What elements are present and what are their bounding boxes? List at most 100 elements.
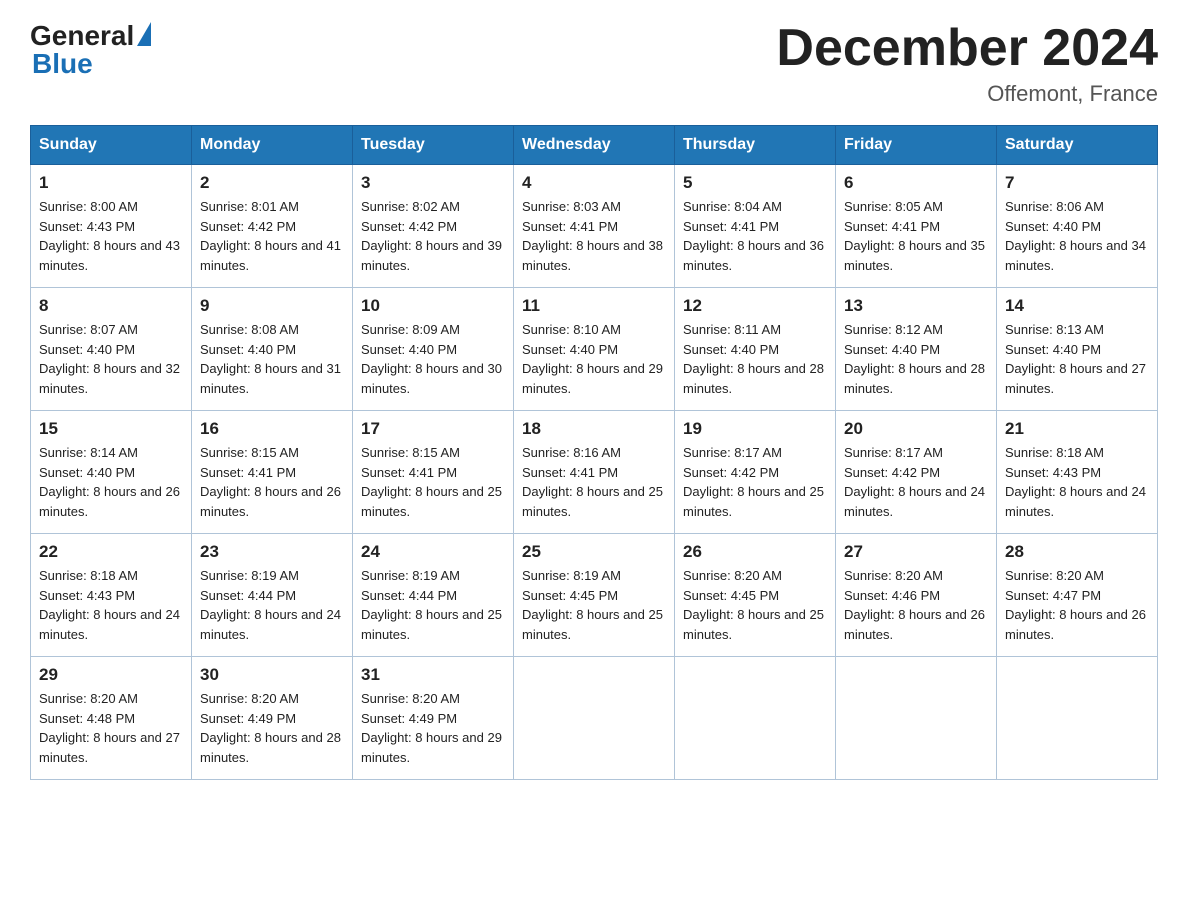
day-info: Sunrise: 8:10 AMSunset: 4:40 PMDaylight:… <box>522 322 663 396</box>
day-number: 17 <box>361 419 505 439</box>
calendar-cell-w4-d7: 28 Sunrise: 8:20 AMSunset: 4:47 PMDaylig… <box>997 534 1158 657</box>
calendar-body: 1 Sunrise: 8:00 AMSunset: 4:43 PMDayligh… <box>31 165 1158 780</box>
day-info: Sunrise: 8:16 AMSunset: 4:41 PMDaylight:… <box>522 445 663 519</box>
day-info: Sunrise: 8:01 AMSunset: 4:42 PMDaylight:… <box>200 199 341 273</box>
calendar-cell-w2-d6: 13 Sunrise: 8:12 AMSunset: 4:40 PMDaylig… <box>836 288 997 411</box>
day-info: Sunrise: 8:05 AMSunset: 4:41 PMDaylight:… <box>844 199 985 273</box>
day-number: 29 <box>39 665 183 685</box>
calendar-cell-w5-d7 <box>997 657 1158 780</box>
calendar-cell-w2-d1: 8 Sunrise: 8:07 AMSunset: 4:40 PMDayligh… <box>31 288 192 411</box>
day-info: Sunrise: 8:15 AMSunset: 4:41 PMDaylight:… <box>200 445 341 519</box>
calendar-cell-w2-d2: 9 Sunrise: 8:08 AMSunset: 4:40 PMDayligh… <box>192 288 353 411</box>
day-number: 25 <box>522 542 666 562</box>
calendar-cell-w4-d4: 25 Sunrise: 8:19 AMSunset: 4:45 PMDaylig… <box>514 534 675 657</box>
calendar-cell-w3-d6: 20 Sunrise: 8:17 AMSunset: 4:42 PMDaylig… <box>836 411 997 534</box>
calendar-cell-w5-d2: 30 Sunrise: 8:20 AMSunset: 4:49 PMDaylig… <box>192 657 353 780</box>
calendar-cell-w5-d5 <box>675 657 836 780</box>
day-number: 15 <box>39 419 183 439</box>
day-number: 2 <box>200 173 344 193</box>
day-info: Sunrise: 8:00 AMSunset: 4:43 PMDaylight:… <box>39 199 180 273</box>
col-header-wednesday: Wednesday <box>514 126 675 165</box>
day-info: Sunrise: 8:19 AMSunset: 4:44 PMDaylight:… <box>200 568 341 642</box>
day-number: 28 <box>1005 542 1149 562</box>
calendar-cell-w1-d2: 2 Sunrise: 8:01 AMSunset: 4:42 PMDayligh… <box>192 165 353 288</box>
day-number: 4 <box>522 173 666 193</box>
day-info: Sunrise: 8:20 AMSunset: 4:48 PMDaylight:… <box>39 691 180 765</box>
day-number: 6 <box>844 173 988 193</box>
day-number: 3 <box>361 173 505 193</box>
day-number: 24 <box>361 542 505 562</box>
calendar-cell-w1-d4: 4 Sunrise: 8:03 AMSunset: 4:41 PMDayligh… <box>514 165 675 288</box>
day-info: Sunrise: 8:20 AMSunset: 4:45 PMDaylight:… <box>683 568 824 642</box>
logo-triangle-icon <box>137 22 151 46</box>
calendar-week-4: 22 Sunrise: 8:18 AMSunset: 4:43 PMDaylig… <box>31 534 1158 657</box>
day-number: 31 <box>361 665 505 685</box>
col-header-friday: Friday <box>836 126 997 165</box>
calendar-week-5: 29 Sunrise: 8:20 AMSunset: 4:48 PMDaylig… <box>31 657 1158 780</box>
calendar-cell-w2-d7: 14 Sunrise: 8:13 AMSunset: 4:40 PMDaylig… <box>997 288 1158 411</box>
day-number: 7 <box>1005 173 1149 193</box>
calendar-cell-w1-d5: 5 Sunrise: 8:04 AMSunset: 4:41 PMDayligh… <box>675 165 836 288</box>
calendar-week-1: 1 Sunrise: 8:00 AMSunset: 4:43 PMDayligh… <box>31 165 1158 288</box>
day-info: Sunrise: 8:17 AMSunset: 4:42 PMDaylight:… <box>683 445 824 519</box>
title-area: December 2024 Offemont, France <box>776 20 1158 107</box>
day-info: Sunrise: 8:02 AMSunset: 4:42 PMDaylight:… <box>361 199 502 273</box>
day-info: Sunrise: 8:17 AMSunset: 4:42 PMDaylight:… <box>844 445 985 519</box>
day-info: Sunrise: 8:12 AMSunset: 4:40 PMDaylight:… <box>844 322 985 396</box>
day-number: 22 <box>39 542 183 562</box>
day-number: 11 <box>522 296 666 316</box>
day-info: Sunrise: 8:08 AMSunset: 4:40 PMDaylight:… <box>200 322 341 396</box>
day-info: Sunrise: 8:09 AMSunset: 4:40 PMDaylight:… <box>361 322 502 396</box>
day-number: 14 <box>1005 296 1149 316</box>
day-number: 21 <box>1005 419 1149 439</box>
calendar-cell-w5-d6 <box>836 657 997 780</box>
day-number: 26 <box>683 542 827 562</box>
calendar-cell-w2-d5: 12 Sunrise: 8:11 AMSunset: 4:40 PMDaylig… <box>675 288 836 411</box>
calendar-cell-w1-d1: 1 Sunrise: 8:00 AMSunset: 4:43 PMDayligh… <box>31 165 192 288</box>
calendar-cell-w3-d1: 15 Sunrise: 8:14 AMSunset: 4:40 PMDaylig… <box>31 411 192 534</box>
day-info: Sunrise: 8:03 AMSunset: 4:41 PMDaylight:… <box>522 199 663 273</box>
day-number: 20 <box>844 419 988 439</box>
calendar-cell-w1-d7: 7 Sunrise: 8:06 AMSunset: 4:40 PMDayligh… <box>997 165 1158 288</box>
day-info: Sunrise: 8:06 AMSunset: 4:40 PMDaylight:… <box>1005 199 1146 273</box>
calendar-cell-w1-d6: 6 Sunrise: 8:05 AMSunset: 4:41 PMDayligh… <box>836 165 997 288</box>
calendar-cell-w4-d3: 24 Sunrise: 8:19 AMSunset: 4:44 PMDaylig… <box>353 534 514 657</box>
calendar-cell-w4-d1: 22 Sunrise: 8:18 AMSunset: 4:43 PMDaylig… <box>31 534 192 657</box>
day-number: 10 <box>361 296 505 316</box>
calendar-cell-w2-d3: 10 Sunrise: 8:09 AMSunset: 4:40 PMDaylig… <box>353 288 514 411</box>
day-info: Sunrise: 8:18 AMSunset: 4:43 PMDaylight:… <box>1005 445 1146 519</box>
calendar-cell-w1-d3: 3 Sunrise: 8:02 AMSunset: 4:42 PMDayligh… <box>353 165 514 288</box>
day-number: 19 <box>683 419 827 439</box>
col-header-tuesday: Tuesday <box>353 126 514 165</box>
day-info: Sunrise: 8:04 AMSunset: 4:41 PMDaylight:… <box>683 199 824 273</box>
day-info: Sunrise: 8:20 AMSunset: 4:47 PMDaylight:… <box>1005 568 1146 642</box>
logo-blue-text: Blue <box>30 48 93 80</box>
col-header-monday: Monday <box>192 126 353 165</box>
calendar-cell-w5-d1: 29 Sunrise: 8:20 AMSunset: 4:48 PMDaylig… <box>31 657 192 780</box>
calendar-cell-w3-d3: 17 Sunrise: 8:15 AMSunset: 4:41 PMDaylig… <box>353 411 514 534</box>
calendar-cell-w4-d5: 26 Sunrise: 8:20 AMSunset: 4:45 PMDaylig… <box>675 534 836 657</box>
day-info: Sunrise: 8:18 AMSunset: 4:43 PMDaylight:… <box>39 568 180 642</box>
col-header-saturday: Saturday <box>997 126 1158 165</box>
day-number: 5 <box>683 173 827 193</box>
calendar-cell-w5-d4 <box>514 657 675 780</box>
day-number: 12 <box>683 296 827 316</box>
calendar-cell-w2-d4: 11 Sunrise: 8:10 AMSunset: 4:40 PMDaylig… <box>514 288 675 411</box>
calendar-cell-w4-d2: 23 Sunrise: 8:19 AMSunset: 4:44 PMDaylig… <box>192 534 353 657</box>
day-number: 9 <box>200 296 344 316</box>
calendar-cell-w3-d4: 18 Sunrise: 8:16 AMSunset: 4:41 PMDaylig… <box>514 411 675 534</box>
day-info: Sunrise: 8:07 AMSunset: 4:40 PMDaylight:… <box>39 322 180 396</box>
col-header-thursday: Thursday <box>675 126 836 165</box>
day-number: 18 <box>522 419 666 439</box>
logo: General Blue <box>30 20 151 80</box>
day-info: Sunrise: 8:13 AMSunset: 4:40 PMDaylight:… <box>1005 322 1146 396</box>
day-info: Sunrise: 8:11 AMSunset: 4:40 PMDaylight:… <box>683 322 824 396</box>
day-number: 13 <box>844 296 988 316</box>
col-header-sunday: Sunday <box>31 126 192 165</box>
day-number: 27 <box>844 542 988 562</box>
day-number: 16 <box>200 419 344 439</box>
day-info: Sunrise: 8:20 AMSunset: 4:46 PMDaylight:… <box>844 568 985 642</box>
calendar-cell-w3-d7: 21 Sunrise: 8:18 AMSunset: 4:43 PMDaylig… <box>997 411 1158 534</box>
calendar-cell-w3-d5: 19 Sunrise: 8:17 AMSunset: 4:42 PMDaylig… <box>675 411 836 534</box>
day-number: 30 <box>200 665 344 685</box>
